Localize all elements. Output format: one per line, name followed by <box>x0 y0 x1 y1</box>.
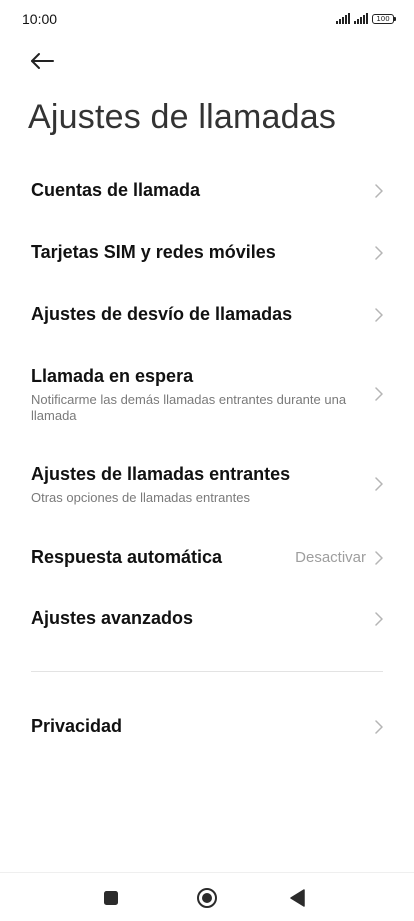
chevron-right-icon <box>375 612 383 626</box>
row-title: Privacidad <box>31 716 123 736</box>
row-title: Respuesta automática <box>31 547 223 567</box>
row-privacidad[interactable]: Privacidad <box>0 700 414 752</box>
row-title: Ajustes avanzados <box>31 608 194 628</box>
row-ajustes-avanzados[interactable]: Ajustes avanzados <box>0 592 414 644</box>
row-desvio-de-llamadas[interactable]: Ajustes de desvío de llamadas <box>0 288 414 340</box>
recents-square-icon <box>104 891 118 905</box>
back-arrow-icon <box>31 53 54 69</box>
row-title: Ajustes de desvío de llamadas <box>31 304 293 324</box>
row-tarjetas-sim[interactable]: Tarjetas SIM y redes móviles <box>0 226 414 278</box>
chevron-right-icon <box>375 184 383 198</box>
back-button[interactable] <box>24 46 58 76</box>
row-cuentas-de-llamada[interactable]: Cuentas de llamada <box>0 165 414 217</box>
row-subtitle: Otras opciones de llamadas entrantes <box>31 490 250 505</box>
back-triangle-icon <box>290 889 305 907</box>
chevron-right-icon <box>375 551 383 565</box>
page-title: Ajustes de llamadas <box>28 98 337 136</box>
battery-level: 100 <box>376 15 390 23</box>
chevron-right-icon <box>375 246 383 260</box>
status-icons: 100 <box>336 12 396 24</box>
chevron-right-icon <box>375 308 383 322</box>
row-respuesta-automatica[interactable]: Respuesta automática Desactivar <box>0 531 414 583</box>
row-value: Desactivar <box>295 549 366 566</box>
status-bar: 10:00 100 <box>0 0 414 40</box>
home-circle-icon <box>197 888 217 908</box>
divider <box>31 671 383 672</box>
chevron-right-icon <box>375 477 383 491</box>
status-time: 10:00 <box>22 11 58 27</box>
chevron-right-icon <box>375 720 383 734</box>
home-button[interactable] <box>195 886 219 910</box>
signal-icon <box>336 13 350 24</box>
row-title: Ajustes de llamadas entrantes <box>31 464 291 484</box>
battery-icon: 100 <box>372 14 396 24</box>
navigation-bar <box>0 872 414 921</box>
back-nav-button[interactable] <box>288 887 308 909</box>
recents-button[interactable] <box>101 888 121 908</box>
row-llamada-en-espera[interactable]: Llamada en espera Notificarme las demás … <box>0 355 414 435</box>
row-title: Tarjetas SIM y redes móviles <box>31 242 276 262</box>
row-subtitle: Notificarme las demás llamadas entrantes… <box>31 392 347 423</box>
chevron-right-icon <box>375 387 383 401</box>
row-llamadas-entrantes[interactable]: Ajustes de llamadas entrantes Otras opci… <box>0 454 414 516</box>
row-title: Cuentas de llamada <box>31 180 201 200</box>
signal-icon <box>354 13 368 24</box>
row-title: Llamada en espera <box>31 366 194 386</box>
